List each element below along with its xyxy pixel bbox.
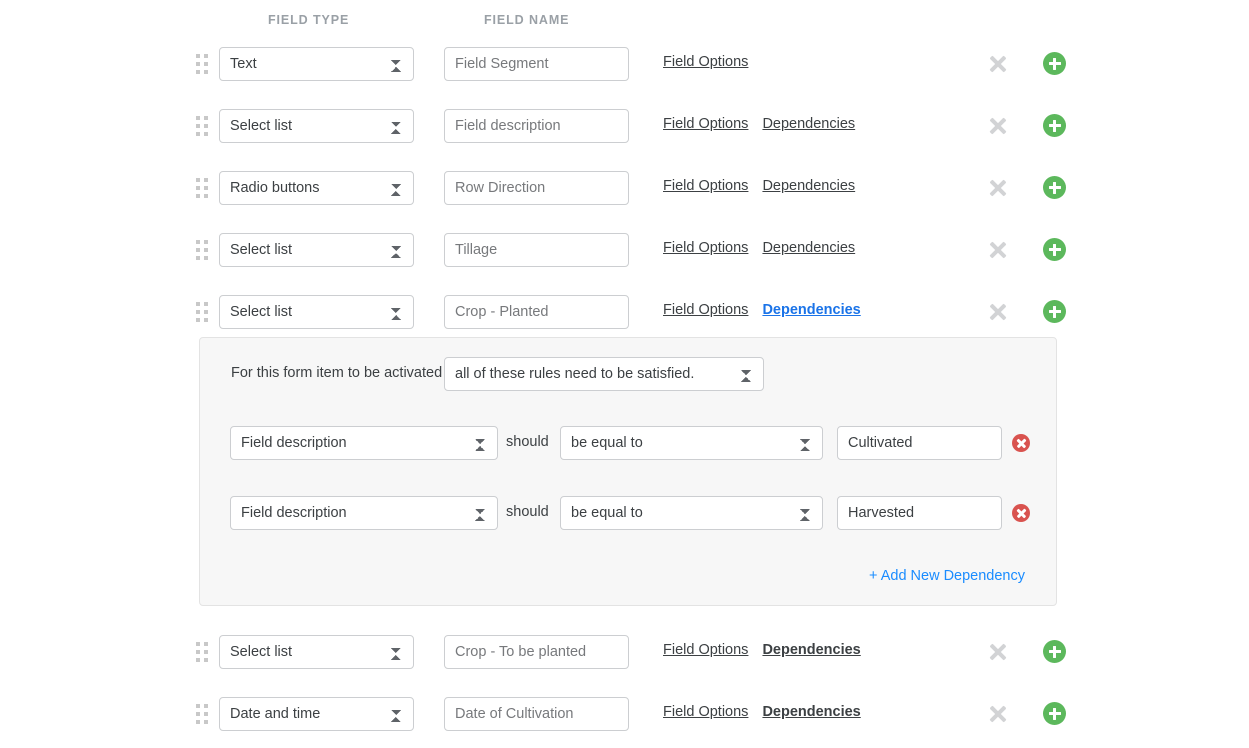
dependency-operator-select[interactable]: be equal to [560, 496, 823, 530]
dependency-field-select[interactable]: Field description [230, 426, 498, 460]
field-row: Radio buttons Field Options Dependencies [0, 171, 1249, 205]
field-row: Select list Field Options Dependencies [0, 295, 1249, 329]
field-name-input[interactable] [444, 295, 629, 329]
field-options-link[interactable]: Field Options [663, 302, 748, 318]
field-options-link[interactable]: Field Options [663, 54, 748, 70]
row-actions: Field Options Dependencies [663, 116, 869, 132]
field-row: Select list Field Options Dependencies [0, 109, 1249, 143]
row-actions: Field Options Dependencies [663, 240, 869, 256]
field-type-select[interactable]: Radio buttons [219, 171, 414, 205]
drag-handle-icon[interactable] [196, 51, 208, 77]
field-type-select[interactable]: Select list [219, 635, 414, 669]
dependency-rule-row: Field description should be equal to [200, 496, 1056, 530]
add-plus-icon[interactable] [1043, 238, 1066, 261]
field-row: Date and time Field Options Dependencies [0, 697, 1249, 731]
row-actions: Field Options Dependencies [663, 642, 875, 658]
dependencies-link[interactable]: Dependencies [762, 302, 860, 318]
field-row: Select list Field Options Dependencies [0, 635, 1249, 669]
delete-circle-icon[interactable] [1012, 504, 1030, 522]
dependencies-link[interactable]: Dependencies [762, 240, 855, 256]
field-options-link[interactable]: Field Options [663, 116, 748, 132]
field-type-select[interactable]: Select list [219, 295, 414, 329]
field-name-input[interactable] [444, 109, 629, 143]
add-plus-icon[interactable] [1043, 640, 1066, 663]
dependency-should-label: should [506, 434, 549, 450]
dependency-value-input[interactable] [837, 496, 1002, 530]
field-type-select[interactable]: Select list [219, 109, 414, 143]
dependency-value-input[interactable] [837, 426, 1002, 460]
row-actions: Field Options [663, 54, 762, 70]
field-type-select[interactable]: Text [219, 47, 414, 81]
add-plus-icon[interactable] [1043, 114, 1066, 137]
field-name-input[interactable] [444, 171, 629, 205]
dependency-operator-select[interactable]: be equal to [560, 426, 823, 460]
dependencies-link[interactable]: Dependencies [762, 116, 855, 132]
field-options-link[interactable]: Field Options [663, 240, 748, 256]
remove-x-icon[interactable] [986, 176, 1010, 200]
dependencies-link[interactable]: Dependencies [762, 704, 860, 720]
add-new-dependency-link[interactable]: + Add New Dependency [869, 568, 1025, 584]
field-row: Select list Field Options Dependencies [0, 233, 1249, 267]
remove-x-icon[interactable] [986, 640, 1010, 664]
delete-circle-icon[interactable] [1012, 434, 1030, 452]
dependency-field-select[interactable]: Field description [230, 496, 498, 530]
dependencies-link[interactable]: Dependencies [762, 642, 860, 658]
drag-handle-icon[interactable] [196, 237, 208, 263]
row-actions: Field Options Dependencies [663, 178, 869, 194]
dependency-intro-label: For this form item to be activated [231, 365, 443, 381]
field-options-link[interactable]: Field Options [663, 642, 748, 658]
remove-x-icon[interactable] [986, 300, 1010, 324]
row-actions: Field Options Dependencies [663, 704, 875, 720]
form-builder: FIELD TYPE FIELD NAME TextField OptionsS… [0, 0, 1249, 748]
row-actions: Field Options Dependencies [663, 302, 875, 318]
drag-handle-icon[interactable] [196, 113, 208, 139]
field-type-select[interactable]: Select list [219, 233, 414, 267]
dependency-rule-row: Field description should be equal to [200, 426, 1056, 460]
field-name-input[interactable] [444, 635, 629, 669]
field-name-input[interactable] [444, 233, 629, 267]
remove-x-icon[interactable] [986, 52, 1010, 76]
dependencies-link[interactable]: Dependencies [762, 178, 855, 194]
add-plus-icon[interactable] [1043, 702, 1066, 725]
drag-handle-icon[interactable] [196, 299, 208, 325]
add-plus-icon[interactable] [1043, 176, 1066, 199]
field-name-input[interactable] [444, 697, 629, 731]
remove-x-icon[interactable] [986, 238, 1010, 262]
remove-x-icon[interactable] [986, 702, 1010, 726]
dependency-mode-select[interactable]: all of these rules need to be satisfied. [444, 357, 764, 391]
column-header-field-type: FIELD TYPE [268, 13, 350, 27]
dependency-should-label: should [506, 504, 549, 520]
column-header-field-name: FIELD NAME [484, 13, 570, 27]
field-row: Text Field Options [0, 47, 1249, 81]
column-headers: FIELD TYPE FIELD NAME [0, 13, 1249, 31]
drag-handle-icon[interactable] [196, 701, 208, 727]
add-plus-icon[interactable] [1043, 300, 1066, 323]
field-type-select[interactable]: Date and time [219, 697, 414, 731]
remove-x-icon[interactable] [986, 114, 1010, 138]
add-plus-icon[interactable] [1043, 52, 1066, 75]
dependency-panel: For this form item to be activated all o… [199, 337, 1057, 606]
field-options-link[interactable]: Field Options [663, 704, 748, 720]
drag-handle-icon[interactable] [196, 639, 208, 665]
drag-handle-icon[interactable] [196, 175, 208, 201]
field-name-input[interactable] [444, 47, 629, 81]
field-options-link[interactable]: Field Options [663, 178, 748, 194]
